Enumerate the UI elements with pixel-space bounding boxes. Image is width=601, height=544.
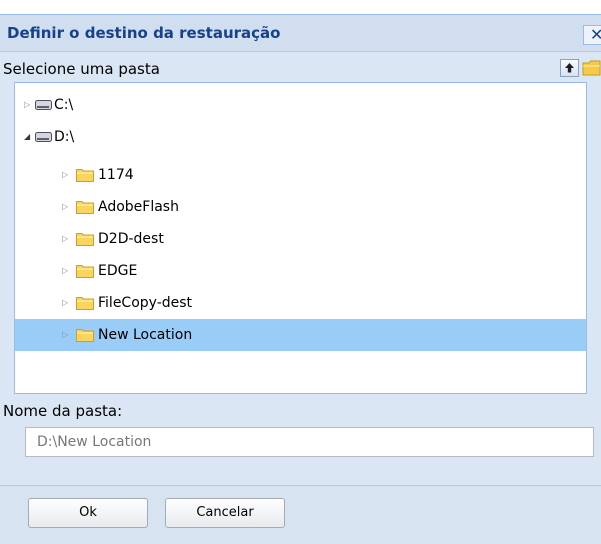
close-button[interactable]: ✕ [583, 25, 601, 45]
tree-node-label: 1174 [98, 167, 134, 183]
up-arrow-icon [565, 63, 574, 73]
close-icon: ✕ [590, 27, 601, 44]
folder-name-label: Nome da pasta: [3, 402, 123, 420]
folder-tree[interactable]: ▷ C:\ ◢ D:\ ▷ 1174 ▷ AdobeFlash ▷ D2D-de… [14, 82, 587, 394]
ok-button[interactable]: Ok [28, 498, 148, 528]
expand-arrow-icon[interactable]: ▷ [24, 100, 33, 110]
folder-icon [76, 297, 94, 310]
tree-node-label: D:\ [54, 129, 75, 145]
tree-node-folder[interactable]: ▷ 1174 [15, 159, 586, 191]
new-folder-button[interactable] [582, 58, 601, 77]
drive-icon [35, 132, 52, 142]
folder-icon [76, 329, 94, 342]
expand-arrow-icon[interactable]: ▷ [62, 170, 71, 180]
drive-icon [35, 100, 52, 110]
tree-node-folder-selected[interactable]: ▷ New Location [15, 319, 586, 351]
new-folder-icon [582, 60, 601, 76]
folder-icon [76, 233, 94, 246]
restore-destination-dialog: Definir o destino da restauração ✕ Selec… [0, 14, 601, 544]
tree-node-label: AdobeFlash [98, 199, 179, 215]
folder-icon [76, 169, 94, 182]
expand-arrow-icon[interactable]: ▷ [62, 298, 71, 308]
tree-node-label: New Location [98, 327, 193, 343]
tree-node-d-drive[interactable]: ◢ D:\ [15, 121, 586, 153]
tree-node-label: FileCopy-dest [98, 295, 193, 311]
dialog-titlebar[interactable]: Definir o destino da restauração ✕ [0, 15, 601, 52]
tree-node-folder[interactable]: ▷ AdobeFlash [15, 191, 586, 223]
tree-node-folder[interactable]: ▷ EDGE [15, 255, 586, 287]
tree-node-c-drive[interactable]: ▷ C:\ [15, 89, 586, 121]
expand-arrow-icon[interactable]: ▷ [62, 330, 71, 340]
cancel-button[interactable]: Cancelar [165, 498, 285, 528]
folder-icon [76, 265, 94, 278]
dialog-footer: Ok Cancelar [0, 485, 601, 544]
tree-node-label: D2D-dest [98, 231, 164, 247]
expand-arrow-icon[interactable]: ▷ [62, 202, 71, 212]
tree-node-label: C:\ [54, 97, 74, 113]
dialog-title: Definir o destino da restauração [7, 24, 281, 42]
collapse-arrow-icon[interactable]: ◢ [24, 132, 33, 142]
up-folder-button[interactable] [560, 59, 579, 77]
folder-icon [76, 201, 94, 214]
expand-arrow-icon[interactable]: ▷ [62, 234, 71, 244]
folder-name-input[interactable] [25, 427, 594, 457]
tree-node-folder[interactable]: ▷ FileCopy-dest [15, 287, 586, 319]
expand-arrow-icon[interactable]: ▷ [62, 266, 71, 276]
select-folder-label: Selecione uma pasta [3, 60, 160, 78]
tree-node-label: EDGE [98, 263, 138, 279]
tree-node-folder[interactable]: ▷ D2D-dest [15, 223, 586, 255]
